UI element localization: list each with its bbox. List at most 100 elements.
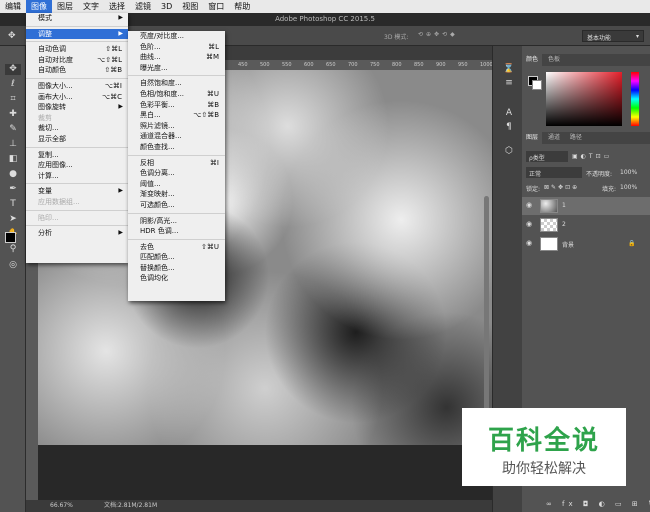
menu-select[interactable]: 选择	[104, 0, 130, 13]
menu-edit[interactable]: 编辑	[0, 0, 26, 13]
image-menu-item[interactable]: 模式 ▶	[26, 13, 128, 24]
zoom-tool-icon[interactable]: ⚲	[5, 244, 21, 255]
tab-paths[interactable]: 路径	[566, 132, 586, 144]
image-menu-item[interactable]: 分析 ▶	[26, 228, 128, 239]
adjust-menu-item[interactable]: 渐变映射...	[128, 189, 225, 200]
layer-row[interactable]: ◉ 1	[522, 197, 650, 215]
image-menu-item[interactable]: 自动颜色 ⇧⌘B	[26, 65, 128, 76]
eraser-tool-icon[interactable]: ◧	[5, 154, 21, 165]
crop-tool-icon[interactable]: ⌗	[5, 94, 21, 105]
move-tool-icon[interactable]: ✥	[5, 64, 21, 75]
image-menu-item[interactable]: 应用图像...	[26, 160, 128, 171]
adjust-menu-item[interactable]: HDR 色调...	[128, 226, 225, 237]
blend-mode-select[interactable]: 正常	[526, 167, 582, 178]
history-icon[interactable]: ⌛	[501, 64, 517, 75]
layer-filter-icons[interactable]: ▣◐T⊡▭	[572, 153, 612, 160]
hue-slider[interactable]	[631, 72, 639, 126]
adjust-menu-item[interactable]: 色调分离...	[128, 168, 225, 179]
image-menu-item[interactable]: 计算...	[26, 171, 128, 182]
character-icon[interactable]: A	[501, 108, 517, 119]
adjust-menu-item[interactable]: 通道混合器...	[128, 131, 225, 142]
quick-mask-icon[interactable]: ◎	[5, 260, 21, 271]
eye-icon[interactable]: ◉	[526, 239, 532, 247]
layer-kind-filter[interactable]: ρ类型	[526, 151, 568, 162]
adjust-menu-item[interactable]: 照片滤镜...	[128, 121, 225, 132]
image-menu-item[interactable]: 显示全部	[26, 134, 128, 145]
adjust-menu-item[interactable]: 自然饱和度...	[128, 78, 225, 89]
adjust-menu-item[interactable]: 色调均化	[128, 273, 225, 284]
fill-value[interactable]: 100%	[620, 184, 637, 191]
menu-item-label: 色调分离...	[140, 169, 175, 178]
move-icon[interactable]: ✥	[8, 31, 16, 41]
menu-type[interactable]: 文字	[78, 0, 104, 13]
image-menu-item[interactable]: 自动对比度 ⌥⇧⌘L	[26, 55, 128, 66]
adjust-menu-item[interactable]: 匹配颜色...	[128, 252, 225, 263]
menu-item-label: 可选颜色...	[140, 200, 175, 209]
color-picker-field[interactable]	[546, 72, 622, 126]
menu-item-label: 自然饱和度...	[140, 79, 182, 88]
adjust-menu-item[interactable]: 反相 ⌘I	[128, 158, 225, 169]
path-select-tool-icon[interactable]: ➤	[5, 214, 21, 225]
lock-icons[interactable]: ⊠✎✥⊡⊕	[544, 184, 579, 191]
stamp-tool-icon[interactable]: ⊥	[5, 139, 21, 150]
foreground-color-swatch[interactable]	[5, 232, 16, 243]
color-panel-background[interactable]	[532, 80, 542, 90]
tab-swatches[interactable]: 色板	[544, 54, 564, 66]
layer-row[interactable]: ◉ 2	[522, 216, 650, 234]
healing-tool-icon[interactable]: ✚	[5, 109, 21, 120]
adjust-menu-item[interactable]: 颜色查找...	[128, 142, 225, 153]
workspace-select[interactable]: 基本功能 ▾	[582, 30, 644, 42]
image-menu-item[interactable]: 自动色调 ⇧⌘L	[26, 44, 128, 55]
lasso-tool-icon[interactable]: ℓ	[5, 79, 21, 90]
image-menu-item[interactable]: 变量 ▶	[26, 186, 128, 197]
layer-row[interactable]: ◉ 背景 🔒	[522, 235, 650, 253]
3d-tools-icon[interactable]: ⟲⊕✥⟲◆	[418, 31, 458, 38]
adjust-menu-item[interactable]: 黑白... ⌥⇧⌘B	[128, 110, 225, 121]
image-menu-item[interactable]: 画布大小... ⌥⌘C	[26, 92, 128, 103]
adjust-menu-item[interactable]: 色彩平衡... ⌘B	[128, 100, 225, 111]
adjust-menu-item[interactable]: 阈值...	[128, 179, 225, 190]
adjust-menu-item[interactable]: 阴影/高光...	[128, 216, 225, 227]
tab-channels[interactable]: 通道	[544, 132, 564, 144]
image-menu-item[interactable]: 复制...	[26, 150, 128, 161]
eye-icon[interactable]: ◉	[526, 220, 532, 228]
opacity-value[interactable]: 100%	[620, 169, 637, 176]
adjust-menu-item[interactable]: 色相/饱和度... ⌘U	[128, 89, 225, 100]
tab-layers[interactable]: 图层	[522, 132, 543, 144]
menu-layer[interactable]: 图层	[52, 0, 78, 13]
blur-tool-icon[interactable]: ●	[5, 169, 21, 180]
menu-filter[interactable]: 滤镜	[130, 0, 156, 13]
menu-help[interactable]: 帮助	[229, 0, 255, 13]
adjust-menu-item[interactable]: 色阶... ⌘L	[128, 42, 225, 53]
menu-item-label: 替换颜色...	[140, 263, 175, 272]
menu-image[interactable]: 图像	[26, 0, 52, 13]
menu-3d[interactable]: 3D	[156, 0, 177, 13]
pen-tool-icon[interactable]: ✒	[5, 184, 21, 195]
zoom-level[interactable]: 66.67%	[50, 500, 73, 512]
brush-tool-icon[interactable]: ✎	[5, 124, 21, 135]
adjust-menu-item[interactable]: 去色 ⇧⌘U	[128, 242, 225, 253]
3d-panel-icon[interactable]: ⬡	[501, 146, 517, 157]
menu-item-label: 匹配颜色...	[140, 253, 175, 262]
paragraph-icon[interactable]: ¶	[501, 122, 517, 133]
image-menu-item[interactable]: 裁切...	[26, 123, 128, 134]
image-menu-item[interactable]: 图像大小... ⌥⌘I	[26, 81, 128, 92]
adjust-menu-item[interactable]: 曝光度...	[128, 63, 225, 74]
image-menu-item[interactable]: 图像旋转 ▶	[26, 102, 128, 113]
adjust-menu-item[interactable]: 替换颜色...	[128, 263, 225, 274]
menu-item-label: 反相	[140, 158, 154, 167]
image-menu-item[interactable]: 调整 ▶	[26, 28, 128, 40]
type-tool-icon[interactable]: T	[5, 199, 21, 210]
layer-panel-footer-icons[interactable]: ∞ fx ◘ ◐ ▭ ⊞ 🗑	[546, 500, 650, 508]
vertical-scrollbar[interactable]	[484, 196, 489, 416]
adjust-menu-item[interactable]: 亮度/对比度...	[128, 31, 225, 42]
menu-item-label: 去色	[140, 242, 154, 251]
3d-mode-label: 3D 模式:	[384, 34, 409, 41]
adjust-menu-item[interactable]: 可选颜色...	[128, 200, 225, 211]
properties-icon[interactable]: ≡	[501, 78, 517, 89]
eye-icon[interactable]: ◉	[526, 201, 532, 209]
menu-view[interactable]: 视图	[177, 0, 203, 13]
adjust-menu-item[interactable]: 曲线... ⌘M	[128, 52, 225, 63]
tab-color[interactable]: 颜色	[522, 54, 543, 66]
menu-window[interactable]: 窗口	[203, 0, 229, 13]
